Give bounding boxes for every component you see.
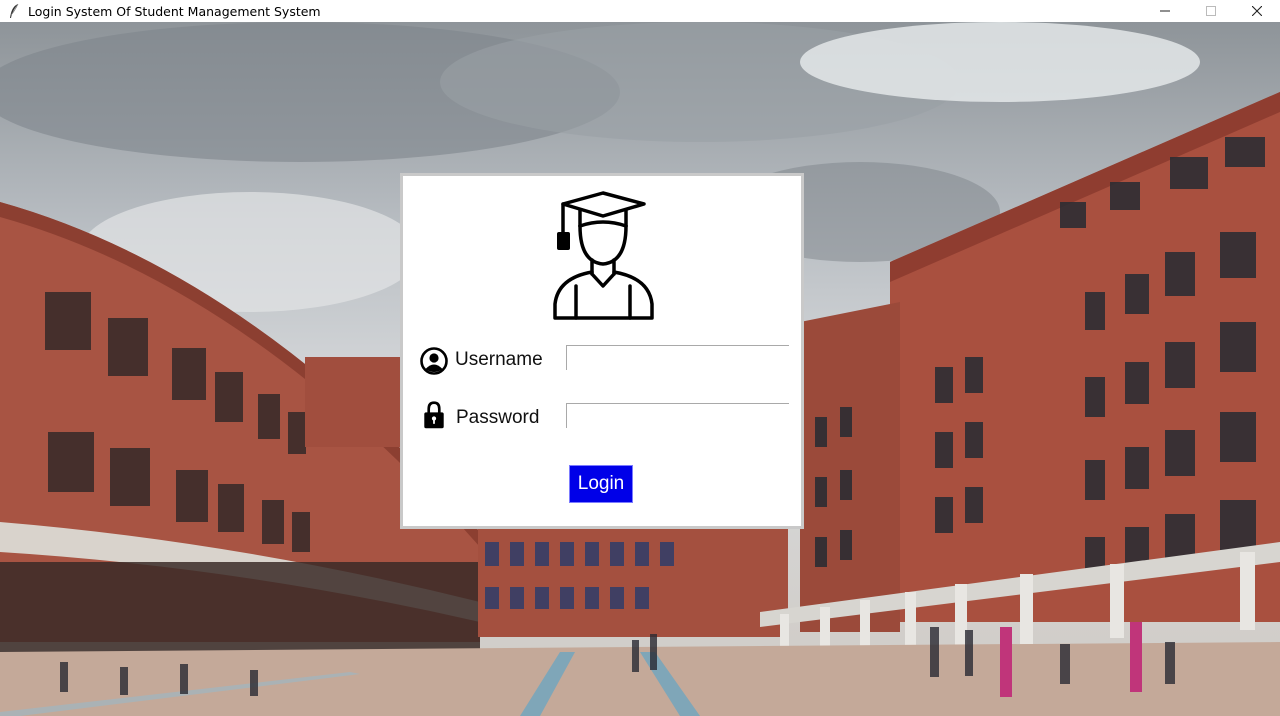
lock-icon [424, 401, 444, 429]
login-button[interactable]: Login [569, 465, 633, 503]
password-label: Password [456, 407, 540, 428]
window-title: Login System Of Student Management Syste… [28, 3, 321, 19]
maximize-icon [1206, 6, 1216, 16]
student-graduate-icon [553, 191, 654, 320]
close-icon [1252, 6, 1262, 16]
close-button[interactable] [1234, 0, 1280, 22]
password-field[interactable] [566, 403, 789, 428]
username-field[interactable] [566, 345, 789, 370]
login-card: Username Password Login [400, 173, 804, 529]
minimize-icon [1160, 10, 1170, 12]
title-bar: Login System Of Student Management Syste… [0, 0, 1280, 22]
maximize-button[interactable] [1188, 0, 1234, 22]
window-controls [1142, 0, 1280, 22]
username-label: Username [455, 349, 543, 370]
user-circle-icon [420, 347, 448, 375]
feather-icon [8, 3, 22, 19]
minimize-button[interactable] [1142, 0, 1188, 22]
